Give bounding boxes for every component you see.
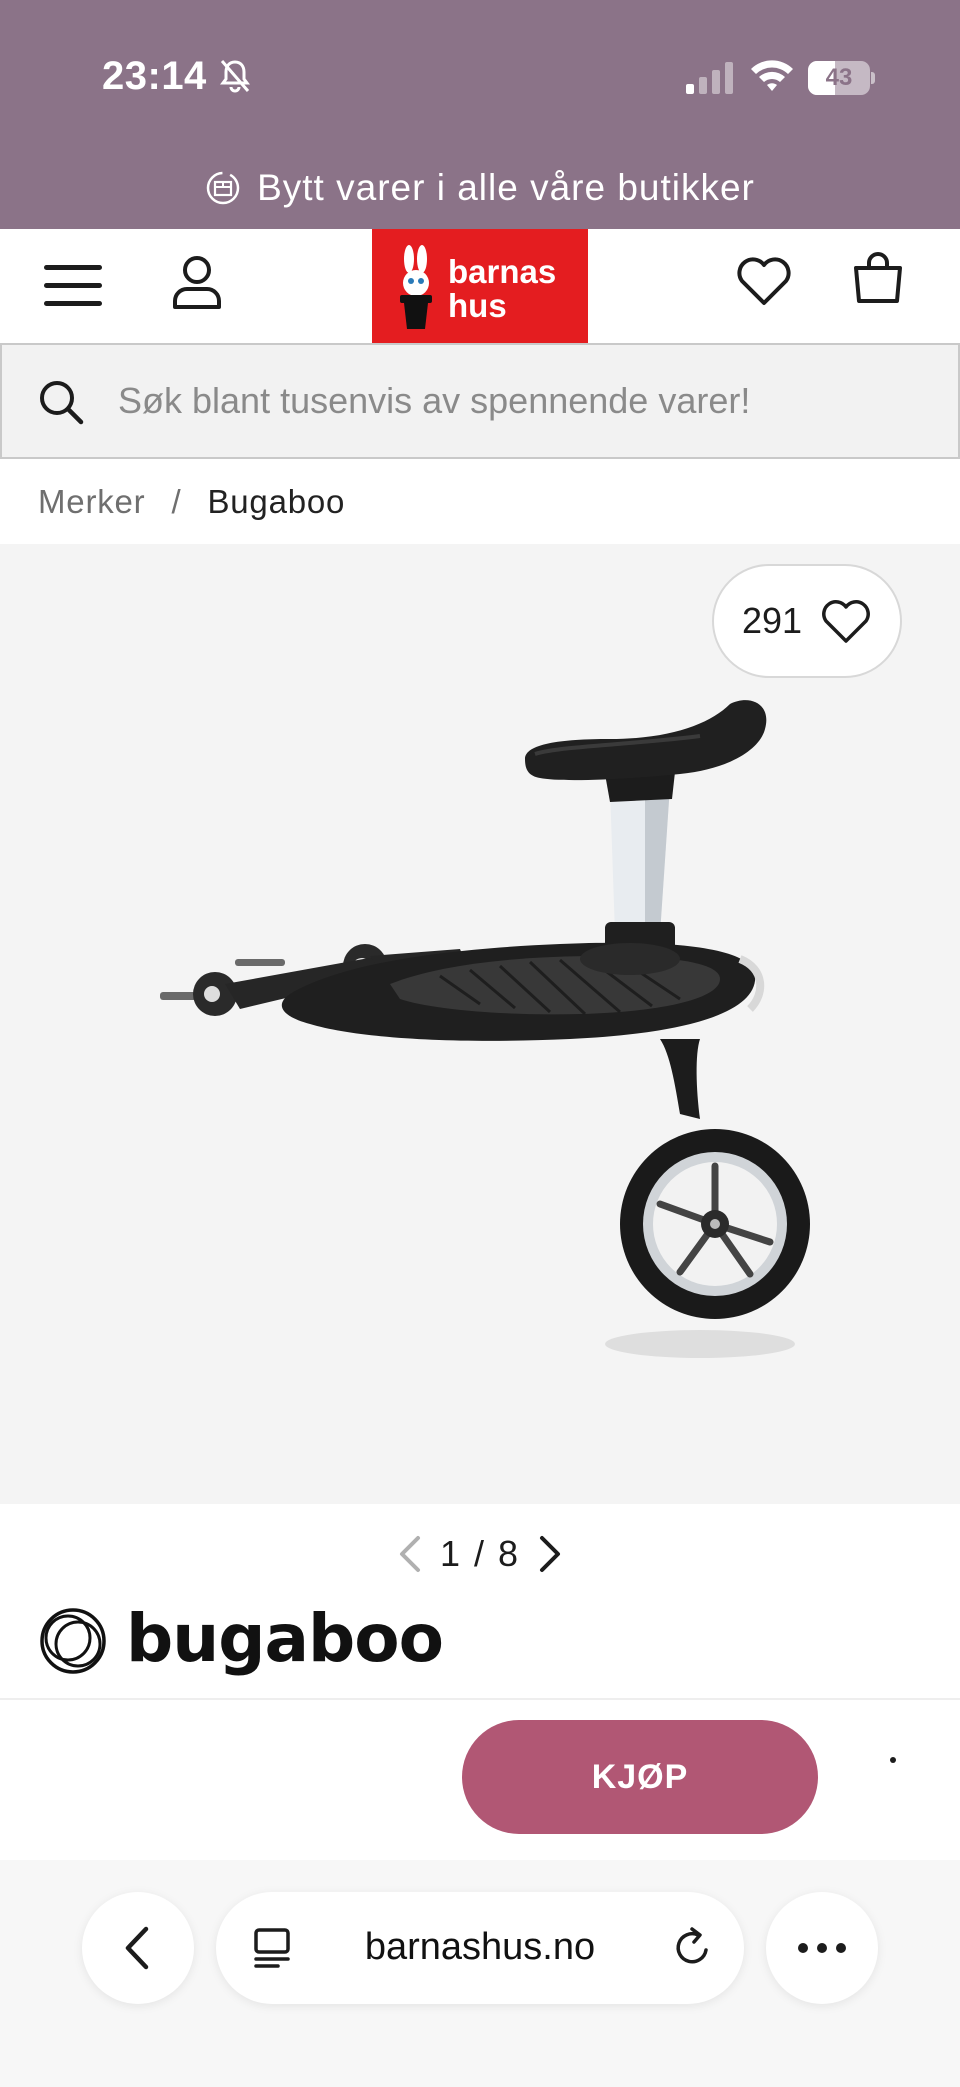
breadcrumb-item-merker[interactable]: Merker (38, 483, 145, 521)
menu-icon[interactable] (40, 259, 106, 311)
user-icon[interactable] (168, 253, 226, 311)
back-chevron-icon (125, 1926, 149, 1970)
shopping-bag-icon[interactable] (850, 251, 906, 307)
dot-indicator (890, 1757, 896, 1763)
wifi-icon (751, 60, 793, 91)
logo-text-line1: barnas (448, 253, 557, 290)
promo-text: Bytt varer i alle våre butikker (257, 167, 755, 208)
breadcrumb-separator: / (171, 483, 182, 520)
brand-rings-icon (40, 1608, 106, 1674)
site-logo[interactable]: barnas hus (372, 229, 588, 343)
pager-text: 1 / 8 (440, 1533, 520, 1575)
exchange-box-icon (206, 171, 240, 205)
battery-indicator: 43 (808, 61, 875, 95)
bunny-logo-icon (400, 245, 432, 329)
chevron-right-icon[interactable] (536, 1534, 564, 1574)
pager-separator: / (473, 1533, 486, 1574)
divider (0, 1698, 960, 1700)
status-time: 23:14 (102, 54, 207, 98)
browser-toolbar: barnashus.no (0, 1860, 960, 2087)
breadcrumb: Merker / Bugaboo (38, 480, 345, 524)
image-pager: 1 / 8 (380, 1530, 580, 1578)
browser-back-button[interactable] (82, 1892, 194, 2004)
breadcrumb-item-bugaboo[interactable]: Bugaboo (207, 483, 345, 521)
search-input[interactable] (118, 371, 938, 431)
more-dots-icon (798, 1943, 846, 1953)
brand-name: bugaboo (126, 1600, 444, 1677)
buy-button[interactable]: KJØP (462, 1720, 818, 1834)
heart-icon[interactable] (734, 251, 794, 311)
top-band: 23:14 43 Bytt varer i alle våre butikker (0, 0, 960, 229)
battery-level: 43 (825, 64, 853, 91)
pager-current: 1 (439, 1533, 462, 1574)
search-icon[interactable] (36, 377, 86, 427)
favorite-count: 291 (741, 600, 803, 641)
reload-icon[interactable] (670, 1926, 714, 1970)
brand-logo[interactable]: bugaboo (36, 1600, 444, 1680)
site-header: barnas hus (0, 229, 960, 343)
promo-banner[interactable]: Bytt varer i alle våre butikker (0, 160, 960, 216)
chevron-left-icon[interactable] (396, 1534, 424, 1574)
signal-icon (686, 62, 733, 94)
browser-more-button[interactable] (766, 1892, 878, 2004)
search-bar (0, 343, 960, 459)
favorite-button[interactable]: 291 (712, 564, 902, 678)
heart-outline-icon (822, 600, 870, 643)
url-text: barnashus.no (364, 1926, 596, 1968)
logo-text-line2: hus (448, 287, 507, 324)
pager-total: 8 (498, 1533, 521, 1574)
bell-slash-icon (220, 60, 250, 93)
address-bar[interactable]: barnashus.no (216, 1892, 744, 2004)
product-image-gallery[interactable]: 291 (0, 544, 960, 1504)
product-image-ride-board (160, 700, 810, 1358)
